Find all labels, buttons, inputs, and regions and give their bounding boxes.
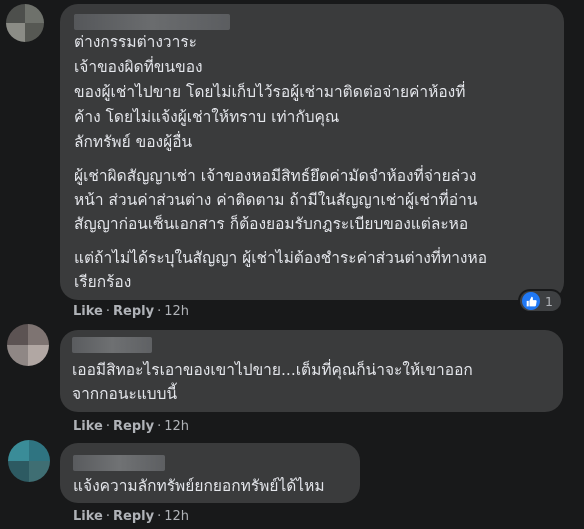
comment-timestamp[interactable]: 12h bbox=[164, 419, 189, 434]
avatar[interactable] bbox=[8, 440, 50, 482]
comment-text-line: แต่ถ้าไม่ได้ระบุในสัญญา ผู้เช่าไม่ต้องชำ… bbox=[74, 249, 488, 267]
like-button[interactable]: Like bbox=[73, 419, 103, 434]
commenter-name-redacted[interactable] bbox=[72, 337, 152, 353]
comment-actions: Like · Reply · 12h bbox=[73, 509, 189, 524]
avatar[interactable] bbox=[7, 324, 49, 366]
comment-bubble: แจ้งความลักทรัพย์ยกยอกทรัพย์ได้ไหม bbox=[60, 443, 360, 503]
comment-text-line: ค้าง โดยไม่แจ้งผู้เช่าให้ทราบ เท่ากับคุณ bbox=[74, 108, 340, 126]
commenter-name-redacted[interactable] bbox=[73, 455, 165, 471]
comment-text-line: แจ้งความลักทรัพย์ยกยอกทรัพย์ได้ไหม bbox=[73, 477, 325, 495]
reply-button[interactable]: Reply bbox=[113, 509, 154, 524]
comment-bubble: ต่างกรรมต่างวาระ เจ้าของผิดที่ขนของ ของผ… bbox=[60, 4, 564, 300]
comment-text-line: ของผู้เช่าไปขาย โดยไม่เก็บไว้รอผู้เช่ามา… bbox=[74, 83, 466, 101]
like-button[interactable]: Like bbox=[73, 304, 103, 319]
comment-text-line: ต่างกรรมต่างวาระ bbox=[74, 33, 197, 51]
commenter-name-redacted[interactable] bbox=[74, 14, 230, 30]
avatar[interactable] bbox=[6, 4, 44, 42]
reply-button[interactable]: Reply bbox=[113, 419, 154, 434]
reply-button[interactable]: Reply bbox=[113, 304, 154, 319]
comment-text-line: ลักทรัพย์ ของผู้อื่น bbox=[74, 133, 193, 151]
comment-timestamp[interactable]: 12h bbox=[164, 509, 189, 524]
comment-text-line: หน้า ส่วนค่าส่วนต่าง ค่าติดตาม ถ้ามีในสั… bbox=[74, 191, 478, 209]
reaction-count: 1 bbox=[545, 293, 553, 309]
comment-actions: Like · Reply · 12h bbox=[73, 419, 189, 434]
comment-text-line: ผู้เช่าผิดสัญญาเช่า เจ้าของหอมีสิทธ์ยึดค… bbox=[74, 167, 477, 185]
thumbs-up-icon bbox=[522, 292, 540, 310]
comment-text-line: เจ้าของผิดที่ขนของ bbox=[74, 58, 203, 76]
comment-actions: Like · Reply · 12h bbox=[73, 304, 189, 319]
comment-text-line: เออมีสิทอะไรเอาของเขาไปขาย...เต็มที่คุณก… bbox=[72, 361, 473, 379]
comment-timestamp[interactable]: 12h bbox=[164, 304, 189, 319]
comment-text-line: จากกอนะแบบนี้ bbox=[72, 385, 178, 403]
comment-text-line: เรียกร้อง bbox=[74, 273, 132, 291]
comment-text-line: สัญญาก่อนเซ็นเอกสาร ก็ต้องยอมรับกฎระเบีย… bbox=[74, 215, 469, 233]
comment-bubble: เออมีสิทอะไรเอาของเขาไปขาย...เต็มที่คุณก… bbox=[60, 330, 563, 412]
like-button[interactable]: Like bbox=[73, 509, 103, 524]
reaction-summary[interactable]: 1 bbox=[520, 291, 561, 311]
